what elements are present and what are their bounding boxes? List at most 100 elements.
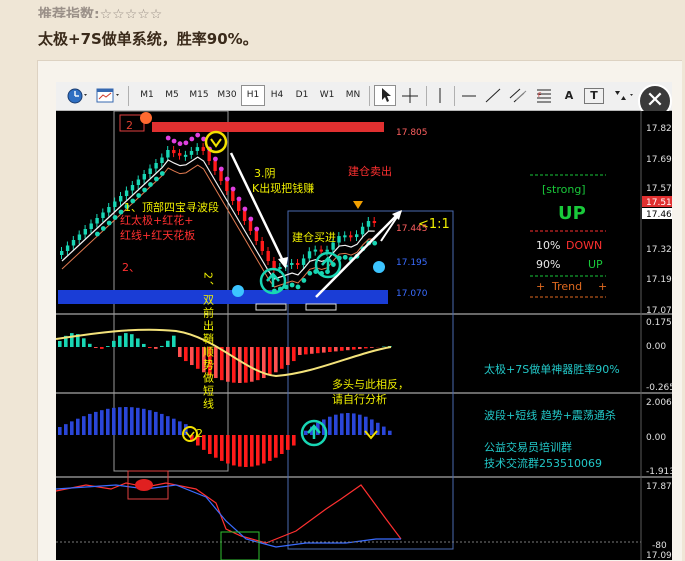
channel-icon[interactable]: [508, 86, 528, 105]
reverse-line2: 请自行分析: [332, 392, 387, 406]
stop-dot: [248, 217, 253, 222]
hist-bar: [112, 341, 116, 347]
tf-d1[interactable]: D1: [291, 86, 313, 105]
hist-bar: [292, 435, 296, 446]
sell-label: 建仓卖出: [348, 164, 392, 178]
hist-bar: [346, 347, 350, 350]
hist-bar: [226, 435, 230, 464]
hist-bar: [64, 424, 68, 435]
candle: [361, 227, 364, 235]
stop-dot: [160, 171, 165, 176]
burst-marker: [140, 112, 152, 124]
chart-window-icon[interactable]: [94, 86, 122, 105]
tf-m1[interactable]: M1: [136, 86, 158, 105]
candle: [261, 241, 264, 251]
candle: [66, 246, 69, 252]
up-word: UP: [588, 258, 603, 271]
buy-label: 建仓买进: [292, 230, 336, 244]
hist-bar: [178, 347, 182, 357]
candle: [178, 153, 181, 156]
candle: [172, 150, 175, 153]
hist-bar: [280, 435, 284, 454]
candle: [349, 235, 352, 237]
hist-bar: [148, 410, 152, 435]
text-box-icon[interactable]: T: [584, 88, 604, 104]
candle: [367, 221, 370, 227]
hist-bar: [70, 333, 74, 347]
candle: [296, 263, 299, 265]
stop-dot: [113, 215, 118, 220]
horizontal-line-icon[interactable]: [460, 86, 478, 105]
oscillator-histogram: [58, 333, 392, 383]
osc2-tick: 0.00: [646, 433, 666, 443]
arrows-icon[interactable]: [611, 86, 637, 105]
toolbar-separator: [454, 86, 455, 106]
fibonacci-icon[interactable]: F: [534, 86, 554, 105]
candle: [107, 207, 110, 213]
hist-bar: [262, 435, 266, 464]
osc3-line-blue: [56, 485, 401, 547]
candle: [101, 213, 104, 219]
hist-bar: [358, 347, 362, 349]
stop-dot: [296, 285, 301, 290]
chart-canvas: 2 1、顶部四宝寻波段 红太极+红花+ 红线+红天花板 2、 3.阴 K出现把钱…: [56, 111, 672, 560]
tf-mn[interactable]: MN: [341, 86, 365, 105]
oscillator-histogram-2: [58, 407, 392, 467]
trend-plus-left: +: [536, 280, 545, 293]
osc3-tick: -80: [652, 541, 667, 551]
hist-bar: [268, 347, 272, 375]
stop-dot: [219, 167, 224, 172]
hist-bar: [334, 415, 338, 435]
sell-arrow-icon: [353, 201, 363, 209]
hist-bar: [124, 333, 128, 347]
hist-bar: [232, 347, 236, 383]
candle: [219, 171, 222, 181]
mid-3: 3.阴: [254, 167, 276, 180]
price-tick: 17.195: [646, 275, 672, 285]
note-line1: 太极+7S做单神器胜率90%: [484, 362, 620, 376]
crosshair-icon[interactable]: [400, 86, 420, 105]
candle: [160, 158, 163, 164]
price-tick: 17.070: [646, 306, 672, 316]
text-label-icon[interactable]: A: [561, 86, 577, 105]
tf-m15[interactable]: M15: [186, 86, 212, 105]
hist-bar: [196, 347, 200, 369]
hist-bar: [304, 347, 308, 354]
hist-bar: [148, 347, 152, 348]
cursor-icon[interactable]: [374, 85, 396, 106]
price-tick: 17.820: [646, 124, 672, 134]
buy-box: [221, 532, 259, 560]
hist-bar: [244, 435, 248, 467]
tf-w1[interactable]: W1: [316, 86, 338, 105]
band-label: 17.070: [396, 289, 428, 299]
hist-bar: [58, 341, 62, 347]
left-line2: 红线+红天花板: [120, 228, 195, 242]
stop-dot: [189, 137, 194, 142]
hist-bar: [274, 435, 278, 458]
hist-bar: [106, 346, 110, 347]
trend-line-icon[interactable]: [484, 86, 502, 105]
tf-m5[interactable]: M5: [161, 86, 183, 105]
candle: [78, 235, 81, 241]
hist-bar: [94, 347, 98, 348]
trading-chart[interactable]: 2 1、顶部四宝寻波段 红太极+红花+ 红线+红天花板 2、 3.阴 K出现把钱…: [56, 111, 672, 560]
candle: [125, 191, 128, 197]
reverse-line1: 多头与此相反，: [332, 377, 409, 391]
candle: [302, 258, 305, 265]
tf-h4[interactable]: H4: [266, 86, 288, 105]
tf-m30[interactable]: M30: [214, 86, 240, 105]
hist-bar: [142, 344, 146, 347]
down-word: DOWN: [566, 239, 602, 252]
hist-bar: [220, 435, 224, 461]
note-line3: 公益交易员培训群: [484, 440, 572, 454]
hist-bar: [220, 347, 224, 380]
clock-icon[interactable]: [66, 86, 90, 105]
hist-bar: [82, 416, 86, 435]
tf-h1[interactable]: H1: [241, 85, 265, 106]
note-line2: 波段+短线 趋势+震荡通杀: [484, 408, 616, 422]
candle: [154, 163, 157, 169]
hist-bar: [376, 423, 380, 435]
osc3-line-red: [56, 483, 401, 543]
hist-bar: [88, 414, 92, 435]
vertical-line-icon[interactable]: [432, 86, 448, 105]
